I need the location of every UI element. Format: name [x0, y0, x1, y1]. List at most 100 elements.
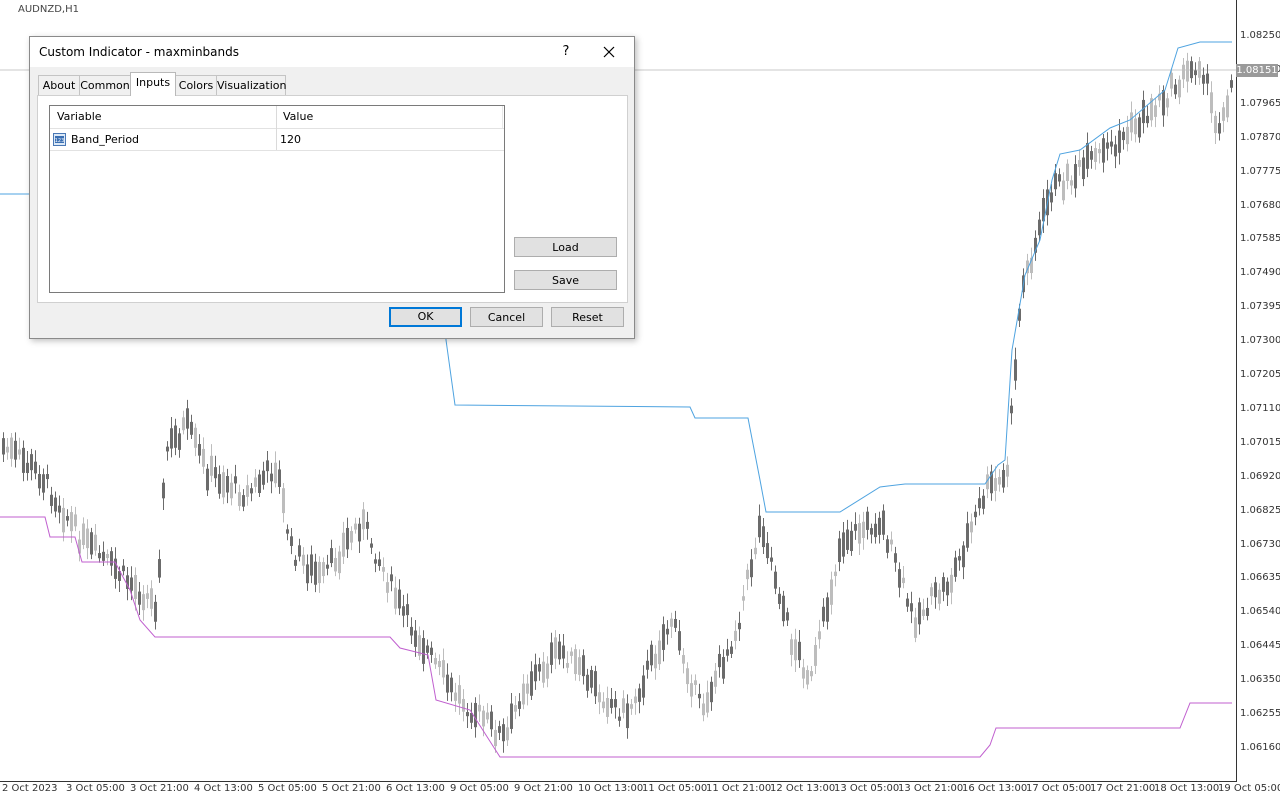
help-button[interactable]: ?	[556, 42, 576, 62]
time-axis-line	[0, 781, 1237, 782]
candle-body	[822, 606, 825, 622]
candle-body	[666, 628, 669, 635]
candle-body	[742, 596, 745, 601]
candle-body	[722, 657, 725, 679]
tab-about[interactable]: About	[38, 75, 80, 95]
inputs-grid[interactable]: Variable Value 123 Band_Period 120	[49, 105, 505, 293]
tab-inputs[interactable]: Inputs	[130, 72, 176, 96]
price-tick-label: 1.06445	[1240, 640, 1280, 652]
candle-body	[774, 571, 777, 589]
candle-body	[646, 660, 649, 670]
candle-body	[1082, 157, 1085, 180]
candle-body	[326, 564, 329, 569]
time-tick-label: 9 Oct 21:00	[514, 783, 573, 794]
tab-colors[interactable]: Colors	[175, 75, 217, 95]
table-row-variable[interactable]: Band_Period	[71, 129, 139, 150]
tab-visualization[interactable]: Visualization	[216, 75, 286, 95]
candle-body	[162, 482, 165, 499]
candle-body	[842, 532, 845, 557]
cancel-button[interactable]: Cancel	[470, 307, 543, 327]
candle-body	[550, 642, 553, 665]
candle-body	[110, 551, 113, 566]
column-header-variable[interactable]: Variable	[57, 106, 102, 128]
candle-body	[846, 529, 849, 550]
candle-body	[426, 645, 429, 653]
candle-body	[194, 427, 197, 448]
time-tick-label: 10 Oct 13:00	[578, 783, 644, 794]
candle-body	[1202, 74, 1205, 84]
candle-body	[1114, 144, 1117, 157]
candle-body	[1206, 73, 1209, 84]
candle-body	[1142, 99, 1145, 124]
candle-body	[434, 658, 437, 665]
candle-body	[1106, 142, 1109, 149]
save-button[interactable]: Save	[514, 270, 617, 290]
close-button[interactable]	[599, 42, 619, 62]
candle-body	[334, 558, 337, 572]
candle-body	[850, 530, 853, 552]
table-row-value[interactable]: 120	[280, 129, 301, 150]
candle-body	[998, 477, 1001, 485]
candle-body	[566, 663, 569, 668]
candle-body	[1094, 148, 1097, 162]
candle-body	[378, 559, 381, 567]
load-button[interactable]: Load	[514, 237, 617, 257]
candle-body	[962, 545, 965, 568]
candle-body	[338, 551, 341, 574]
price-tick-label: 1.07965	[1240, 97, 1280, 109]
custom-indicator-dialog[interactable]: Custom Indicator - maxminbands ? About C…	[29, 36, 635, 339]
candle-body	[254, 477, 257, 487]
candle-body	[814, 644, 817, 666]
candle-body	[970, 521, 973, 533]
candle-body	[974, 511, 977, 518]
candle-body	[762, 526, 765, 548]
close-icon	[603, 46, 615, 58]
candle-body	[2, 438, 5, 455]
candle-body	[450, 677, 453, 693]
price-tick-label: 1.07300	[1240, 335, 1280, 347]
candle-body	[614, 699, 617, 708]
candle-body	[994, 478, 997, 491]
candle-body	[414, 630, 417, 647]
candle-body	[750, 559, 753, 578]
candle-body	[1170, 72, 1173, 89]
candle-body	[730, 646, 733, 654]
candle-body	[574, 649, 577, 675]
candle-body	[458, 685, 461, 704]
candle-body	[482, 710, 485, 727]
candle-body	[382, 567, 385, 572]
dialog-titlebar[interactable]: Custom Indicator - maxminbands ?	[30, 37, 634, 67]
candle-body	[138, 591, 141, 605]
candle-body	[1086, 142, 1089, 169]
candle-body	[878, 517, 881, 535]
candle-body	[586, 674, 589, 691]
candle-body	[754, 547, 757, 555]
candle-body	[422, 638, 425, 664]
candle-body	[1154, 105, 1157, 117]
price-tick-label: 1.07490	[1240, 267, 1280, 279]
ok-button[interactable]: OK	[389, 307, 462, 327]
candle-body	[926, 607, 929, 616]
time-tick-label: 4 Oct 13:00	[194, 783, 253, 794]
candle-body	[358, 523, 361, 542]
candle-body	[442, 660, 445, 678]
candle-body	[1186, 60, 1189, 82]
candle-body	[498, 726, 501, 733]
candle-body	[506, 727, 509, 741]
candle-body	[354, 523, 357, 530]
candle-body	[890, 539, 893, 545]
column-header-value[interactable]: Value	[283, 106, 313, 128]
reset-button[interactable]: Reset	[551, 307, 624, 327]
candle-body	[1002, 469, 1005, 488]
time-tick-label: 3 Oct 21:00	[130, 783, 189, 794]
candle-body	[718, 653, 721, 668]
candle-body	[622, 698, 625, 713]
time-tick-label: 12 Oct 13:00	[770, 783, 836, 794]
candle-body	[218, 474, 221, 494]
tab-common[interactable]: Common	[79, 75, 131, 95]
candle-body	[1218, 123, 1221, 134]
candle-body	[306, 564, 309, 584]
price-tick-label: 1.06160	[1240, 741, 1280, 753]
column-separator[interactable]	[276, 106, 277, 150]
candle-body	[510, 703, 513, 729]
